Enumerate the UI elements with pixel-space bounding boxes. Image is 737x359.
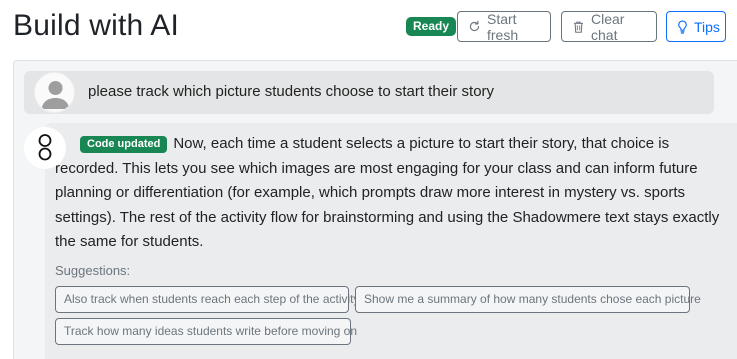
tips-label: Tips <box>694 18 720 35</box>
clear-chat-button[interactable]: Clear chat <box>561 10 657 43</box>
start-fresh-label: Start fresh <box>487 10 519 43</box>
code-updated-badge: Code updated <box>80 136 168 153</box>
user-message: please track which picture students choo… <box>24 71 714 114</box>
page-title: Build with AI <box>13 9 180 42</box>
user-avatar-icon <box>34 72 75 113</box>
suggestion-chip[interactable]: Also track when students reach each step… <box>55 286 360 313</box>
suggestion-chip[interactable]: Track how many ideas students write befo… <box>55 318 357 345</box>
assistant-message-text: Code updated Now, each time a student sel… <box>55 132 720 255</box>
suggestion-chip[interactable]: Show me a summary of how many students c… <box>355 286 701 313</box>
lightbulb-icon <box>678 19 687 34</box>
user-message-text: please track which picture students choo… <box>88 83 495 100</box>
refresh-icon <box>469 20 480 32</box>
page-header: Build with AI Ready Start fresh Clear ch… <box>0 0 737 56</box>
start-fresh-button[interactable]: Start fresh <box>457 10 551 43</box>
trash-icon <box>574 21 583 33</box>
clear-chat-label: Clear chat <box>591 10 625 43</box>
chat-panel: please track which picture students choo… <box>13 60 737 359</box>
status-badge: Ready <box>406 17 457 36</box>
ai-logo-icon <box>24 127 66 169</box>
suggestions-label: Suggestions: <box>55 263 131 278</box>
assistant-message: Code updated Now, each time a student sel… <box>45 123 737 359</box>
tips-button[interactable]: Tips <box>666 11 726 42</box>
